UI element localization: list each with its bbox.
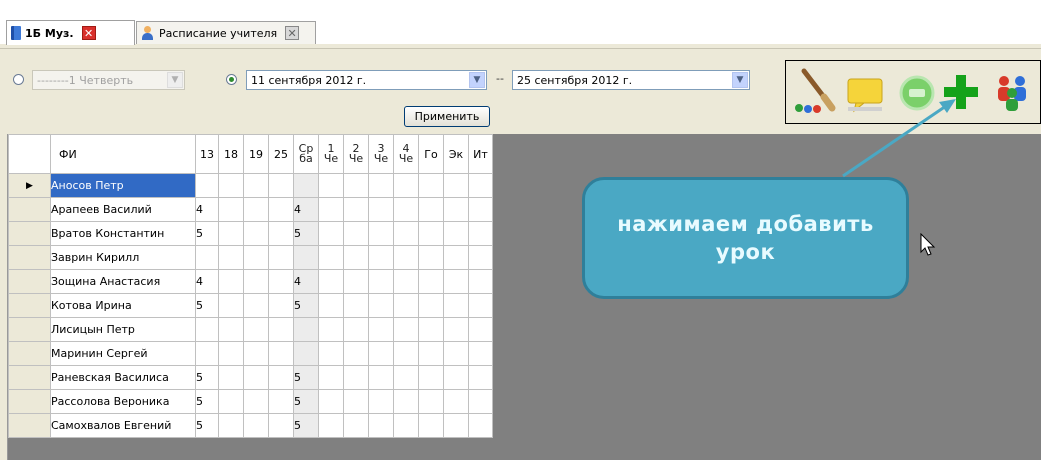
close-icon[interactable]: ✕ (81, 26, 96, 40)
book-icon (11, 26, 21, 40)
tab-class-music[interactable]: 1Б Муз. ✕ (6, 20, 135, 45)
hint-arrow (842, 99, 956, 178)
mouse-cursor-icon (920, 233, 936, 256)
tab-label: 1Б Муз. (25, 26, 74, 40)
